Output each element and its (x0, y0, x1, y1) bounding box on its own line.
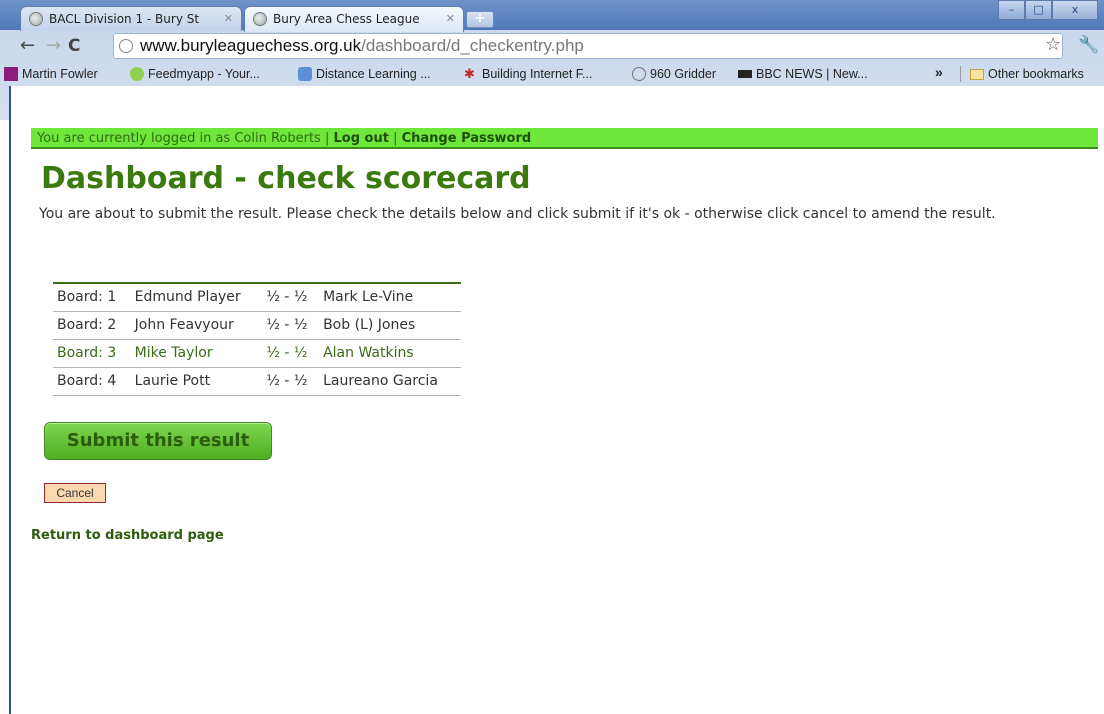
close-tab-icon[interactable]: ✕ (446, 7, 455, 31)
scorecard-table: Board: 1 Edmund Player ½ - ½ Mark Le-Vin… (53, 282, 461, 396)
logout-link[interactable]: Log out (333, 131, 388, 146)
tab-bury-chess-league[interactable]: Bury Area Chess League ✕ (244, 6, 464, 32)
feedmyapp-icon (130, 67, 144, 81)
folder-icon (970, 69, 984, 80)
star-icon[interactable]: ☆ (1045, 34, 1061, 55)
board-number: Board: 3 (53, 339, 131, 368)
table-row: Board: 1 Edmund Player ½ - ½ Mark Le-Vin… (53, 283, 461, 312)
bookmarks-overflow-icon[interactable]: » (935, 60, 943, 84)
bookmark-label: 960 Gridder (650, 67, 717, 81)
distance-learning-icon (298, 67, 312, 81)
page-icon (119, 39, 133, 53)
bookmark-label: Distance Learning ... (316, 67, 431, 81)
score: ½ - ½ (262, 311, 320, 340)
bookmark-label: Feedmyapp - Your... (148, 67, 260, 81)
login-separator: | (393, 131, 398, 146)
board-number: Board: 2 (53, 311, 131, 340)
minimize-button[interactable]: – (998, 0, 1025, 20)
reload-icon[interactable]: C (68, 36, 80, 56)
bookmark-distance-learning[interactable]: Distance Learning ... (296, 62, 431, 86)
back-arrow-icon[interactable]: ← (20, 36, 35, 56)
login-status-text: You are currently logged in as Colin Rob… (37, 131, 330, 146)
bookmarks-bar: Martin Fowler Feedmyapp - Your... Distan… (0, 62, 1104, 86)
bbc-icon (738, 70, 752, 78)
away-player: Bob (L) Jones (319, 311, 461, 340)
away-player: Laureano Garcia (319, 367, 461, 396)
globe-icon (29, 12, 43, 26)
divider (960, 66, 961, 82)
bookmark-bbc-news[interactable]: BBC NEWS | New... (736, 62, 868, 86)
url-path: /dashboard/d_checkentry.php (361, 36, 584, 55)
tab-label: BACL Division 1 - Bury St (49, 12, 200, 26)
building-internet-icon: ✱ (464, 66, 475, 81)
page-content: You are currently logged in as Colin Rob… (9, 86, 1104, 714)
home-player: Mike Taylor (130, 339, 263, 368)
close-tab-icon[interactable]: ✕ (224, 7, 233, 31)
page-title: Dashboard - check scorecard (41, 161, 531, 196)
martin-fowler-icon (4, 67, 18, 81)
tab-bacl-division[interactable]: BACL Division 1 - Bury St ✕ (20, 6, 242, 31)
away-player: Alan Watkins (319, 339, 461, 368)
submit-result-button[interactable]: Submit this result (44, 422, 272, 460)
return-dashboard-link[interactable]: Return to dashboard page (31, 528, 224, 543)
score: ½ - ½ (262, 283, 320, 312)
board-number: Board: 1 (53, 283, 131, 312)
bookmark-label: Martin Fowler (22, 67, 98, 81)
home-player: John Feavyour (130, 311, 263, 340)
home-player: Laurie Pott (130, 367, 263, 396)
browser-toolbar: ← → C www.buryleaguechess.org.uk/dashboa… (0, 30, 1104, 62)
bookmark-960-gridder[interactable]: 960 Gridder (630, 62, 716, 86)
address-bar[interactable]: www.buryleaguechess.org.uk/dashboard/d_c… (113, 33, 1063, 59)
wrench-icon[interactable]: 🔧 (1078, 35, 1099, 55)
table-row: Board: 2 John Feavyour ½ - ½ Bob (L) Jon… (53, 311, 461, 340)
other-bookmarks[interactable]: Other bookmarks (968, 62, 1084, 86)
globe-icon (253, 12, 267, 26)
change-password-link[interactable]: Change Password (402, 131, 532, 146)
cancel-button[interactable]: Cancel (44, 483, 106, 503)
bookmark-label: BBC NEWS | New... (756, 67, 868, 81)
home-player: Edmund Player (130, 283, 263, 312)
bookmark-building-internet[interactable]: ✱ Building Internet F... (462, 62, 592, 86)
new-tab-button[interactable]: + (466, 11, 494, 28)
login-status-bar: You are currently logged in as Colin Rob… (31, 128, 1098, 149)
close-window-button[interactable]: x (1052, 0, 1098, 20)
tab-label: Bury Area Chess League (273, 12, 420, 26)
title-bar: BACL Division 1 - Bury St ✕ Bury Area Ch… (0, 0, 1104, 32)
away-player: Mark Le-Vine (319, 283, 461, 312)
table-row: Board: 3 Mike Taylor ½ - ½ Alan Watkins (53, 339, 461, 368)
maximize-button[interactable]: □ (1025, 0, 1052, 20)
window-controls: – □ x (998, 0, 1098, 20)
score: ½ - ½ (262, 339, 320, 368)
score: ½ - ½ (262, 367, 320, 396)
url-host: www.buryleaguechess.org.uk (140, 36, 362, 55)
board-number: Board: 4 (53, 367, 131, 396)
bookmark-label: Other bookmarks (988, 67, 1084, 81)
bookmark-feedmyapp[interactable]: Feedmyapp - Your... (128, 62, 260, 86)
intro-text: You are about to submit the result. Plea… (39, 206, 996, 222)
globe-icon (632, 67, 646, 81)
bookmark-martin-fowler[interactable]: Martin Fowler (2, 62, 98, 86)
forward-arrow-icon[interactable]: → (46, 36, 61, 56)
bookmark-label: Building Internet F... (482, 67, 593, 81)
table-row: Board: 4 Laurie Pott ½ - ½ Laureano Garc… (53, 367, 461, 396)
